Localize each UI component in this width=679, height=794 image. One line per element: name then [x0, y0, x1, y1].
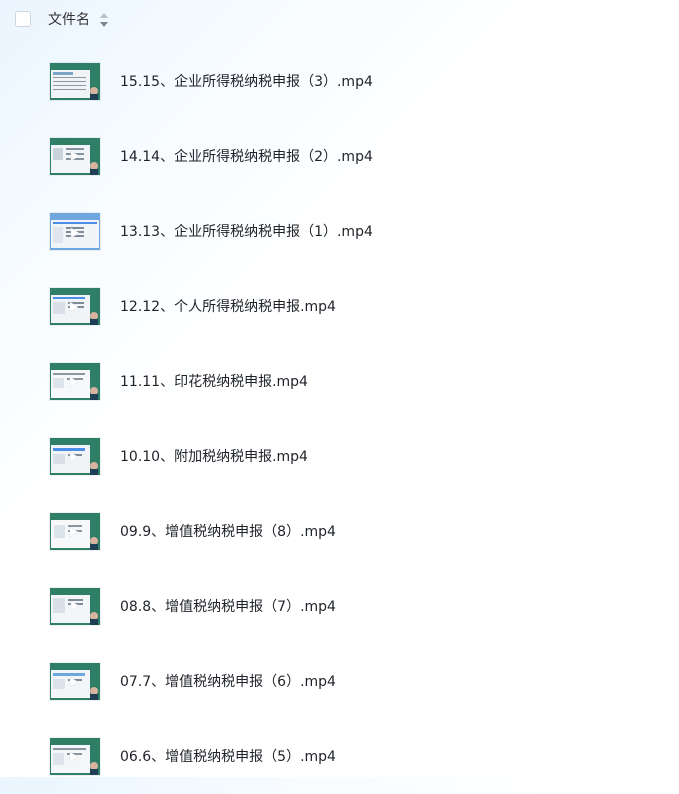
file-list: 15.15、企业所得税纳税申报（3）.mp4 14.14、企业所得税纳税申报（2… — [0, 44, 679, 794]
file-list-header: 文件名 — [0, 0, 679, 40]
file-row[interactable]: 14.14、企业所得税纳税申报（2）.mp4 — [0, 119, 679, 194]
video-thumbnail-icon[interactable] — [50, 288, 100, 325]
sort-icon[interactable] — [99, 12, 109, 28]
file-name[interactable]: 09.9、增值税纳税申报（8）.mp4 — [120, 522, 336, 542]
file-row[interactable]: 12.12、个人所得税纳税申报.mp4 — [0, 269, 679, 344]
file-name[interactable]: 12.12、个人所得税纳税申报.mp4 — [120, 297, 336, 317]
video-thumbnail-icon[interactable] — [50, 63, 100, 100]
file-name[interactable]: 13.13、企业所得税纳税申报（1）.mp4 — [120, 222, 373, 242]
file-name-column-header[interactable]: 文件名 — [48, 10, 90, 30]
video-thumbnail-icon[interactable] — [50, 138, 100, 175]
select-all-checkbox[interactable] — [15, 11, 31, 27]
file-row[interactable]: 06.6、增值税纳税申报（5）.mp4 — [0, 719, 679, 794]
file-name[interactable]: 06.6、增值税纳税申报（5）.mp4 — [120, 747, 336, 767]
file-name[interactable]: 14.14、企业所得税纳税申报（2）.mp4 — [120, 147, 373, 167]
file-row[interactable]: 08.8、增值税纳税申报（7）.mp4 — [0, 569, 679, 644]
video-thumbnail-icon[interactable] — [50, 588, 100, 625]
file-row[interactable]: 09.9、增值税纳税申报（8）.mp4 — [0, 494, 679, 569]
video-thumbnail-icon[interactable] — [50, 363, 100, 400]
file-row[interactable]: 11.11、印花税纳税申报.mp4 — [0, 344, 679, 419]
file-name[interactable]: 07.7、增值税纳税申报（6）.mp4 — [120, 672, 336, 692]
file-name[interactable]: 11.11、印花税纳税申报.mp4 — [120, 372, 308, 392]
video-thumbnail-icon[interactable] — [50, 663, 100, 700]
file-row[interactable]: 10.10、附加税纳税申报.mp4 — [0, 419, 679, 494]
file-row[interactable]: 07.7、增值税纳税申报（6）.mp4 — [0, 644, 679, 719]
video-thumbnail-icon[interactable] — [50, 738, 100, 775]
file-name[interactable]: 08.8、增值税纳税申报（7）.mp4 — [120, 597, 336, 617]
video-thumbnail-icon[interactable] — [50, 513, 100, 550]
file-name[interactable]: 10.10、附加税纳税申报.mp4 — [120, 447, 308, 467]
video-thumbnail-icon[interactable] — [50, 438, 100, 475]
video-thumbnail-icon[interactable] — [50, 213, 100, 250]
file-row[interactable]: 15.15、企业所得税纳税申报（3）.mp4 — [0, 44, 679, 119]
file-name[interactable]: 15.15、企业所得税纳税申报（3）.mp4 — [120, 72, 373, 92]
file-row[interactable]: 13.13、企业所得税纳税申报（1）.mp4 — [0, 194, 679, 269]
